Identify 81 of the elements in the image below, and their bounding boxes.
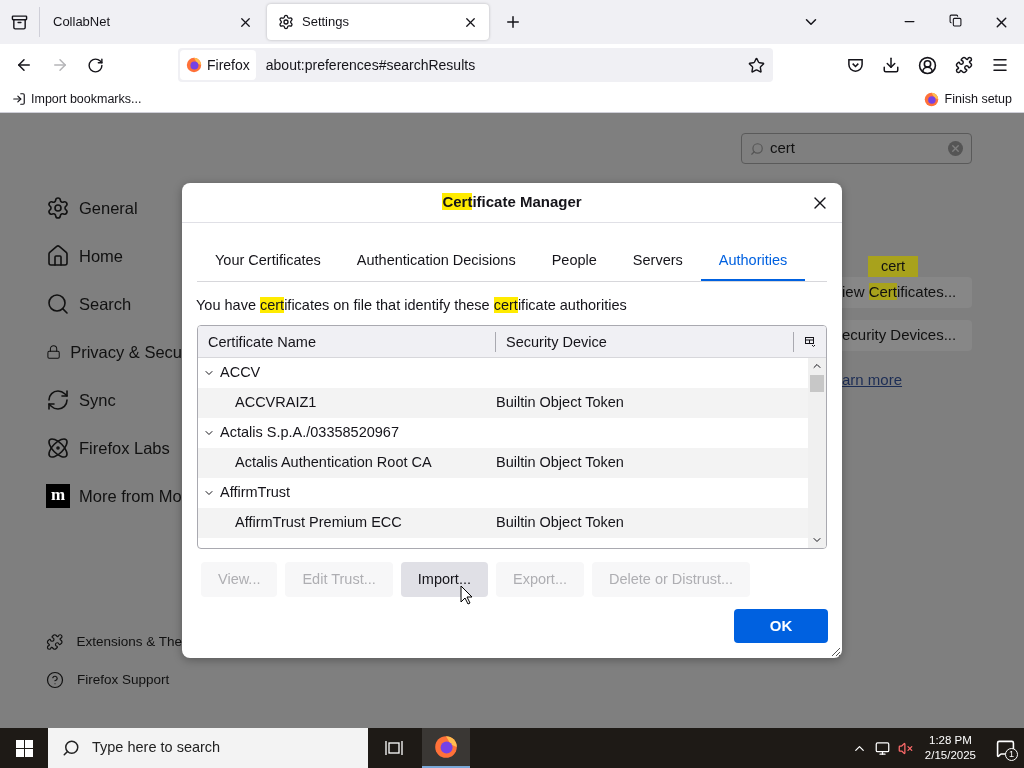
browser-tab[interactable]: Settings [267,4,489,40]
puzzle-icon [46,633,64,651]
reload-icon[interactable] [87,56,104,74]
clock-time[interactable]: 1:28 PM [929,733,972,748]
footer-link[interactable]: Extensions & The [46,633,182,651]
table-cell-text: Actalis S.p.A./03358520967 [220,423,399,443]
footer-link[interactable]: Firefox Support [46,671,182,689]
search-tooltip: cert [868,256,918,277]
tree-row[interactable]: Actalis Authentication Root CA Builtin Object Token [198,448,808,478]
sidebar-item[interactable]: Sync [46,388,182,412]
sidebar-item[interactable]: m More from Mo [46,484,182,508]
atom-icon [46,436,70,460]
table-cell-text: Builtin Object Token [496,393,624,413]
resize-grip-icon[interactable] [829,645,841,657]
notifications-icon[interactable] [995,738,1015,758]
sidebar-item[interactable]: Search [46,292,182,316]
settings-button[interactable]: ecurity Devices... [842,320,972,351]
firefox-logo-icon [186,57,202,73]
table-cell-text: AffirmTrust [220,483,291,503]
firefox-taskbar-button[interactable] [422,728,470,768]
dialog-tab[interactable]: Authorities [700,243,806,281]
mozilla-logo-icon: m [46,484,70,508]
taskbar-search-field[interactable]: Type here to search [48,728,368,768]
notification-count: 1 [1005,748,1018,761]
help-icon [46,671,64,689]
ok-button[interactable]: OK [734,609,828,643]
pocket-icon[interactable] [847,56,864,74]
search-icon [750,141,764,156]
dialog-tab[interactable]: Your Certificates [197,243,339,281]
extensions-icon[interactable] [955,56,973,74]
back-icon[interactable] [15,56,33,74]
search-icon [46,292,70,316]
import-icon [12,92,26,106]
browser-tab[interactable]: CollabNet [42,4,264,40]
table-cell: Actalis Authentication Root CA [235,454,432,471]
table-cell: ACCVRAIZ1 [235,394,317,411]
sidebar-item[interactable]: Firefox Labs [46,436,182,460]
table-cell-text: Builtin Object Token [496,453,624,473]
search-icon [62,739,80,757]
table-cell-text: ACCV [220,363,261,383]
settings-icon [278,14,294,30]
table-cell-text: Builtin Object Token [496,513,624,533]
bookmark-star-icon[interactable] [748,56,765,74]
address-bar[interactable]: Firefox about:preferences#searchResults [178,48,773,82]
settings-button[interactable]: iew Certificates... [842,277,972,308]
identity-chip[interactable]: Firefox [180,50,256,80]
dialog-tab[interactable]: Servers [614,243,701,281]
dialog-button[interactable]: Import... [400,562,488,597]
home-icon [46,244,70,268]
column-picker-icon[interactable] [804,336,816,347]
menu-icon[interactable] [991,56,1009,74]
new-tab-icon[interactable] [504,13,522,31]
scrollbar[interactable] [808,358,826,548]
sidebar-item[interactable]: Home [46,244,182,268]
import-bookmarks-button[interactable]: Import bookmarks... [12,89,142,109]
url-text: about:preferences#searchResults [265,55,477,75]
volume-muted-icon[interactable] [897,740,913,756]
dialog-tab[interactable]: People [533,243,615,281]
sidebar-item[interactable]: Privacy & Secu [46,340,182,364]
column-header[interactable]: Certificate Name [198,331,496,352]
column-header[interactable]: Security Device [496,331,794,352]
tree-row[interactable]: ACCVRAIZ1 Builtin Object Token [198,388,808,418]
download-icon[interactable] [882,56,900,74]
account-icon[interactable] [918,55,937,75]
firefox-logo-icon [434,735,458,759]
scroll-thumb[interactable] [810,375,824,392]
windows-logo-icon[interactable] [15,739,33,757]
clock-date[interactable]: 2/15/2025 [924,748,976,763]
search-field[interactable]: cert [741,133,972,164]
network-icon[interactable] [874,740,890,756]
restore-icon[interactable] [948,13,962,27]
settings-icon [46,196,70,220]
finish-setup-button[interactable]: Finish setup [923,89,1012,109]
cursor-icon [460,585,473,605]
tree-row[interactable]: AffirmTrust Premium ECC Builtin Object Token [198,508,808,538]
table-cell: AffirmTrust Premium ECC [235,514,402,531]
firefox-logo-icon [923,91,939,107]
task-view-icon[interactable] [385,740,403,756]
dialog-tab[interactable]: Authentication Decisions [338,243,534,281]
sidebar-item[interactable]: General [46,196,182,220]
sync-icon [46,388,70,412]
